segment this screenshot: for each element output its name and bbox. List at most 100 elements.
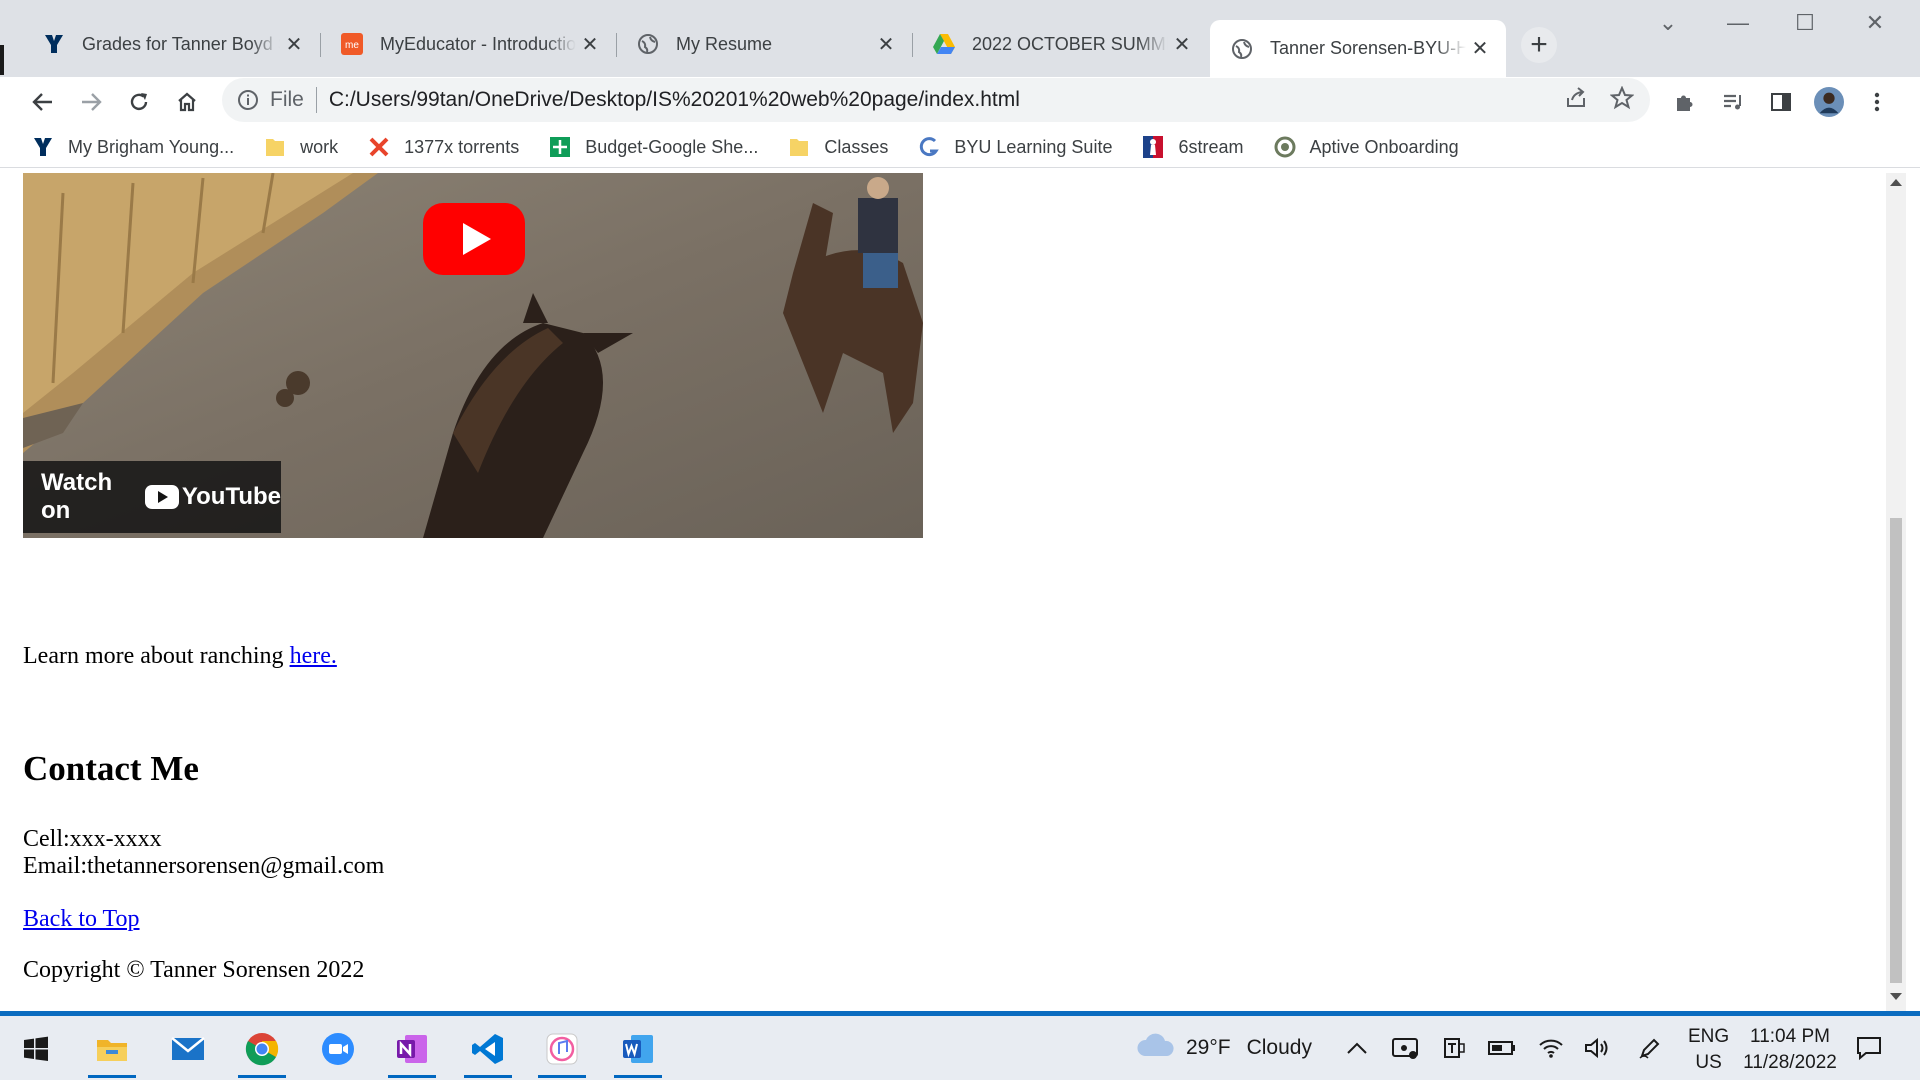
watch-label: Watch on — [41, 469, 113, 524]
battery-icon[interactable] — [1488, 1016, 1516, 1080]
bookmark-label: Aptive Onboarding — [1309, 136, 1459, 157]
side-panel-icon[interactable] — [1766, 87, 1796, 117]
extensions-icon[interactable] — [1670, 87, 1700, 117]
close-icon[interactable]: ✕ — [1168, 30, 1196, 58]
chrome-icon[interactable] — [234, 1024, 290, 1078]
forward-arrow-icon[interactable] — [74, 85, 108, 119]
ranching-link[interactable]: here. — [290, 643, 337, 669]
bookmark-1377x-torrents[interactable]: 1377x torrents — [368, 136, 519, 158]
tab-strip: Grades for Tanner Boyd S ✕ me MyEducator… — [0, 0, 1920, 77]
weather-widget[interactable]: 29°F Cloudy — [1136, 1016, 1312, 1080]
youtube-embed[interactable]: Watch on YouTube — [23, 173, 923, 538]
file-explorer-icon[interactable] — [84, 1024, 140, 1078]
weather-temp: 29°F — [1186, 1036, 1231, 1059]
address-bar[interactable]: File C:/Users/99tan/OneDrive/Desktop/IS%… — [222, 78, 1650, 122]
wifi-icon[interactable] — [1538, 1016, 1564, 1080]
tab-tanner-sorensen[interactable]: Tanner Sorensen-BYU-HC ✕ — [1210, 20, 1506, 77]
scroll-up-arrow-icon[interactable] — [1890, 179, 1902, 186]
bookmark-label: work — [300, 136, 339, 157]
scroll-down-arrow-icon[interactable] — [1890, 993, 1902, 1000]
bookmark-label: BYU Learning Suite — [954, 136, 1113, 157]
windows-start-icon[interactable] — [8, 1024, 64, 1074]
clock-time: 11:04 PM — [1750, 1026, 1830, 1047]
cell-phone-text: Cell:xxx-xxxx — [23, 826, 162, 852]
volume-icon[interactable] — [1584, 1016, 1610, 1080]
mail-icon[interactable] — [160, 1024, 216, 1074]
vscode-icon[interactable] — [460, 1024, 516, 1078]
globe-icon — [636, 32, 660, 56]
scrollbar-thumb[interactable] — [1890, 518, 1902, 983]
language-code: ENG — [1688, 1026, 1730, 1047]
learn-more-paragraph: Learn more about ranching here. — [23, 643, 337, 670]
close-icon[interactable]: ✕ — [576, 30, 604, 58]
bookmark-byu-learning-suite[interactable]: BYU Learning Suite — [918, 136, 1112, 158]
pen-workspace-icon[interactable] — [1638, 1016, 1662, 1080]
maximize-icon[interactable]: ☐ — [1785, 10, 1825, 36]
show-hidden-icons-button[interactable] — [1346, 1016, 1368, 1080]
byu-y-icon — [42, 32, 66, 56]
watch-on-youtube-button[interactable]: Watch on YouTube — [23, 461, 281, 533]
window-border — [1906, 173, 1920, 1011]
svg-text:me: me — [345, 40, 359, 51]
onenote-icon[interactable] — [384, 1024, 440, 1078]
bookmark-budget-sheets[interactable]: Budget-Google She... — [549, 136, 758, 158]
close-icon[interactable]: ✕ — [280, 30, 308, 58]
contact-heading: Contact Me — [23, 749, 199, 788]
share-icon[interactable] — [1564, 86, 1588, 116]
itunes-icon[interactable] — [534, 1024, 590, 1078]
word-icon[interactable] — [610, 1024, 666, 1078]
page-scrollbar[interactable] — [1886, 173, 1906, 1011]
weather-condition: Cloudy — [1246, 1036, 1312, 1059]
tab-october-summit[interactable]: 2022 OCTOBER SUMMIT ✕ — [912, 20, 1208, 68]
tab-title: 2022 OCTOBER SUMMIT — [972, 33, 1168, 55]
folder-icon — [264, 136, 286, 158]
globe-icon — [1230, 37, 1254, 61]
tab-my-resume[interactable]: My Resume ✕ — [616, 20, 912, 68]
bookmark-my-brigham-young[interactable]: My Brigham Young... — [32, 136, 234, 158]
menu-kebab-icon[interactable] — [1862, 87, 1892, 117]
tab-grades[interactable]: Grades for Tanner Boyd S ✕ — [22, 20, 320, 68]
byu-y-icon — [32, 136, 54, 158]
divider — [315, 87, 317, 113]
profile-avatar[interactable] — [1814, 87, 1844, 117]
tab-title: MyEducator - Introductio — [380, 33, 576, 55]
tab-myeducator[interactable]: me MyEducator - Introductio ✕ — [320, 20, 616, 68]
nba-icon — [1142, 136, 1164, 158]
zoom-icon[interactable] — [310, 1024, 366, 1074]
bookmark-label: Classes — [824, 136, 889, 157]
browser-toolbar: File C:/Users/99tan/OneDrive/Desktop/IS%… — [0, 77, 1920, 127]
close-icon[interactable]: ✕ — [872, 30, 900, 58]
back-to-top-link[interactable]: Back to Top — [23, 906, 140, 933]
system-clock[interactable]: 11:04 PM 11/28/2022 — [1740, 1024, 1840, 1076]
page-viewport: Watch on YouTube Learn more about ranchi… — [11, 173, 1886, 1010]
bookmark-star-icon[interactable] — [1609, 85, 1635, 116]
tab-search-icon[interactable]: ⌄ — [1648, 10, 1688, 36]
bookmark-6stream[interactable]: 6stream — [1142, 136, 1244, 158]
youtube-play-button[interactable] — [423, 203, 525, 275]
reload-icon[interactable] — [122, 85, 156, 119]
google-drive-icon — [932, 32, 956, 56]
bookmark-aptive-onboarding[interactable]: Aptive Onboarding — [1274, 136, 1459, 158]
meet-now-icon[interactable] — [1392, 1016, 1418, 1080]
bookmark-work[interactable]: work — [264, 136, 338, 158]
notification-center-icon[interactable] — [1856, 1016, 1882, 1080]
bookmarks-bar: My Brigham Young... work 1377x torrents … — [0, 127, 1920, 168]
language-indicator[interactable]: ENG US — [1688, 1024, 1729, 1076]
close-icon[interactable]: ✕ — [1466, 35, 1494, 63]
learning-suite-icon — [918, 136, 940, 158]
tab-title: Grades for Tanner Boyd S — [82, 33, 280, 55]
teams-icon[interactable] — [1442, 1016, 1466, 1080]
window-close-icon[interactable]: ✕ — [1855, 10, 1895, 36]
aptive-icon — [1274, 136, 1296, 158]
home-icon[interactable] — [170, 85, 204, 119]
back-arrow-icon[interactable] — [26, 85, 60, 119]
minimize-icon[interactable]: — — [1718, 10, 1758, 36]
media-queue-icon[interactable] — [1718, 87, 1748, 117]
info-icon[interactable] — [236, 88, 260, 112]
new-tab-button[interactable]: + — [1521, 27, 1557, 63]
tab-title: Tanner Sorensen-BYU-HC — [1270, 38, 1466, 59]
x-logo-icon — [368, 136, 390, 158]
url-text[interactable]: C:/Users/99tan/OneDrive/Desktop/IS%20201… — [329, 88, 1020, 112]
bookmark-label: Budget-Google She... — [585, 136, 759, 157]
bookmark-classes[interactable]: Classes — [788, 136, 888, 158]
